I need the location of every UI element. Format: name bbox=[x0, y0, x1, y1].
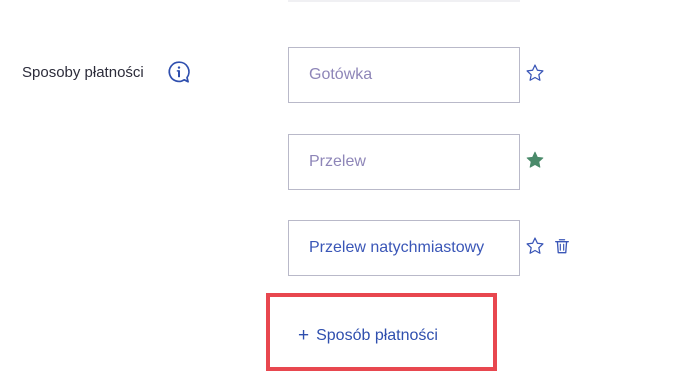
payment-method-field bbox=[288, 134, 520, 190]
info-speech-bubble-icon[interactable] bbox=[167, 60, 191, 84]
payment-method-input[interactable] bbox=[289, 221, 519, 275]
top-divider bbox=[288, 0, 520, 2]
payment-method-field bbox=[288, 220, 520, 276]
add-payment-method-button[interactable]: + Sposób płatności bbox=[298, 325, 438, 347]
payment-method-field bbox=[288, 47, 520, 103]
add-button-label: Sposób płatności bbox=[316, 327, 438, 344]
payment-method-input[interactable] bbox=[289, 48, 519, 102]
star-outline-icon[interactable] bbox=[525, 63, 545, 83]
star-filled-icon[interactable] bbox=[525, 150, 545, 170]
section-label: Sposoby płatności bbox=[22, 64, 144, 81]
payment-method-input[interactable] bbox=[289, 135, 519, 189]
star-outline-icon[interactable] bbox=[525, 236, 545, 256]
plus-icon: + bbox=[298, 325, 310, 346]
trash-icon[interactable] bbox=[552, 236, 572, 256]
